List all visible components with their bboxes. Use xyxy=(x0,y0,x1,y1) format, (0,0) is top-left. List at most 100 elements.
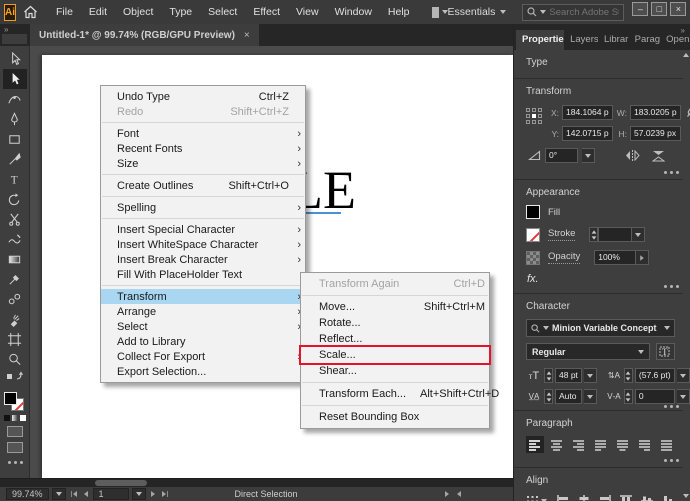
align-vertical-top-button[interactable] xyxy=(618,493,633,501)
opacity-swatch[interactable] xyxy=(526,251,540,265)
panel-scroll-down-icon[interactable] xyxy=(683,494,689,498)
kerning-field[interactable]: Auto xyxy=(555,389,582,404)
paintbrush-tool[interactable] xyxy=(3,149,27,169)
direct-selection-tool[interactable] xyxy=(3,69,27,89)
menu-window[interactable]: Window xyxy=(327,0,380,24)
fill-color-swatch[interactable] xyxy=(4,392,17,405)
menu-item-collect-for-export[interactable]: Collect For Export› xyxy=(101,349,305,364)
zoom-tool[interactable] xyxy=(3,349,27,369)
font-size-stepper[interactable] xyxy=(544,368,553,383)
justify-last-right-button[interactable] xyxy=(635,436,653,453)
stock-search[interactable] xyxy=(522,4,624,21)
toolbar-drag-handle[interactable] xyxy=(2,34,27,44)
flip-horizontal-icon[interactable] xyxy=(625,150,640,161)
zoom-level-field[interactable]: 99.74% xyxy=(6,488,49,500)
menu-object[interactable]: Object xyxy=(115,0,161,24)
w-field[interactable]: 183.0205 p xyxy=(630,105,681,120)
tab-paragraph[interactable]: Parag xyxy=(629,30,660,50)
close-tab-icon[interactable]: × xyxy=(244,30,250,41)
font-size-field[interactable]: 48 pt xyxy=(555,368,582,383)
menu-view[interactable]: View xyxy=(288,0,327,24)
fill-swatch[interactable] xyxy=(526,205,540,219)
rotate-tool[interactable] xyxy=(3,189,27,209)
reference-point-selector[interactable] xyxy=(526,108,543,125)
submenu-item-transform-each[interactable]: Transform Each...Alt+Shift+Ctrl+D xyxy=(301,386,489,402)
touch-type-tool-button[interactable]: T xyxy=(656,343,675,360)
last-artboard-button[interactable] xyxy=(162,491,168,497)
transform-more-icon[interactable] xyxy=(664,171,667,174)
scissors-tool[interactable] xyxy=(3,209,27,229)
horizontal-scrollbar-thumb[interactable] xyxy=(95,480,147,486)
align-horizontal-right-button[interactable] xyxy=(597,493,612,501)
menu-item-create-outlines[interactable]: Create OutlinesShift+Ctrl+O xyxy=(101,178,305,193)
previous-artboard-button[interactable] xyxy=(84,491,88,497)
status-collapse-icon[interactable] xyxy=(457,491,461,497)
submenu-item-rotate[interactable]: Rotate... xyxy=(301,315,489,331)
eyedropper-tool[interactable] xyxy=(3,269,27,289)
minimize-button[interactable]: – xyxy=(632,2,648,16)
close-button[interactable]: × xyxy=(670,2,686,16)
h-field[interactable]: 57.0239 px xyxy=(630,126,681,141)
gradient-tool[interactable] xyxy=(3,249,27,269)
workspace-switcher[interactable]: Essentials xyxy=(448,6,507,18)
artboard-chevron-icon[interactable] xyxy=(132,488,146,500)
gradient-button[interactable] xyxy=(12,415,18,421)
menu-item-spelling[interactable]: Spelling› xyxy=(101,200,305,215)
x-field[interactable]: 184.1064 p xyxy=(562,105,613,120)
align-center-button[interactable] xyxy=(548,436,566,453)
shaper-tool[interactable] xyxy=(3,229,27,249)
menu-item-export-selection[interactable]: Export Selection... xyxy=(101,364,305,379)
swap-fill-stroke-icon[interactable] xyxy=(3,369,27,382)
font-family-select[interactable]: Minion Variable Concept xyxy=(526,319,675,337)
tracking-chevron-icon[interactable] xyxy=(677,389,690,404)
blend-tool[interactable] xyxy=(3,289,27,309)
menu-select[interactable]: Select xyxy=(200,0,245,24)
justify-all-button[interactable] xyxy=(657,436,675,453)
menu-effect[interactable]: Effect xyxy=(245,0,288,24)
tab-layers[interactable]: Layers xyxy=(564,30,598,50)
home-icon[interactable] xyxy=(23,5,38,19)
appearance-more-icon[interactable] xyxy=(664,285,667,288)
submenu-item-scale[interactable]: Scale... xyxy=(301,347,489,363)
constrain-proportions-icon[interactable] xyxy=(686,104,690,121)
align-horizontal-center-button[interactable] xyxy=(576,493,591,501)
tab-properties[interactable]: Properties xyxy=(516,30,564,50)
align-vertical-bottom-button[interactable] xyxy=(660,493,675,501)
rectangle-tool[interactable] xyxy=(3,129,27,149)
align-vertical-center-button[interactable] xyxy=(639,493,654,501)
first-artboard-button[interactable] xyxy=(71,491,77,497)
screen-mode-button[interactable] xyxy=(7,442,23,453)
artboard-number-field[interactable]: 1 xyxy=(93,488,129,500)
menu-item-undo-type[interactable]: Undo TypeCtrl+Z xyxy=(101,89,305,104)
stroke-weight-field[interactable] xyxy=(598,227,632,242)
next-artboard-button[interactable] xyxy=(151,491,155,497)
opacity-expand-icon[interactable] xyxy=(636,250,649,265)
rotation-angle-field[interactable]: 0° xyxy=(545,148,578,163)
opacity-field[interactable]: 100% xyxy=(594,250,636,265)
collapse-panels-icon[interactable]: » xyxy=(681,26,685,35)
menu-edit[interactable]: Edit xyxy=(81,0,115,24)
submenu-item-reset-bounding-box[interactable]: Reset Bounding Box xyxy=(301,409,489,425)
submenu-item-reflect[interactable]: Reflect... xyxy=(301,331,489,347)
horizontal-scrollbar[interactable] xyxy=(0,478,513,487)
type-tool[interactable]: T xyxy=(3,169,27,189)
paragraph-more-icon[interactable] xyxy=(664,459,667,462)
arrange-documents-icon[interactable] xyxy=(432,7,439,18)
menu-item-recent-fonts[interactable]: Recent Fonts› xyxy=(101,141,305,156)
menu-item-font[interactable]: Font› xyxy=(101,126,305,141)
align-right-button[interactable] xyxy=(570,436,588,453)
leading-field[interactable]: (57.6 pt) xyxy=(635,368,675,383)
status-expand-icon[interactable] xyxy=(445,491,449,497)
justify-last-left-button[interactable] xyxy=(592,436,610,453)
none-button[interactable] xyxy=(20,415,26,421)
tab-libraries[interactable]: Librar xyxy=(598,30,629,50)
rotation-angle-chevron-icon[interactable] xyxy=(582,148,595,163)
submenu-item-shear[interactable]: Shear... xyxy=(301,363,489,379)
menu-help[interactable]: Help xyxy=(380,0,418,24)
fx-button[interactable]: fx. xyxy=(527,273,675,285)
color-button[interactable] xyxy=(4,415,10,421)
kerning-stepper[interactable] xyxy=(544,389,553,404)
menu-file[interactable]: File xyxy=(48,0,81,24)
align-left-button[interactable] xyxy=(526,436,544,453)
menu-item-arrange[interactable]: Arrange› xyxy=(101,304,305,319)
